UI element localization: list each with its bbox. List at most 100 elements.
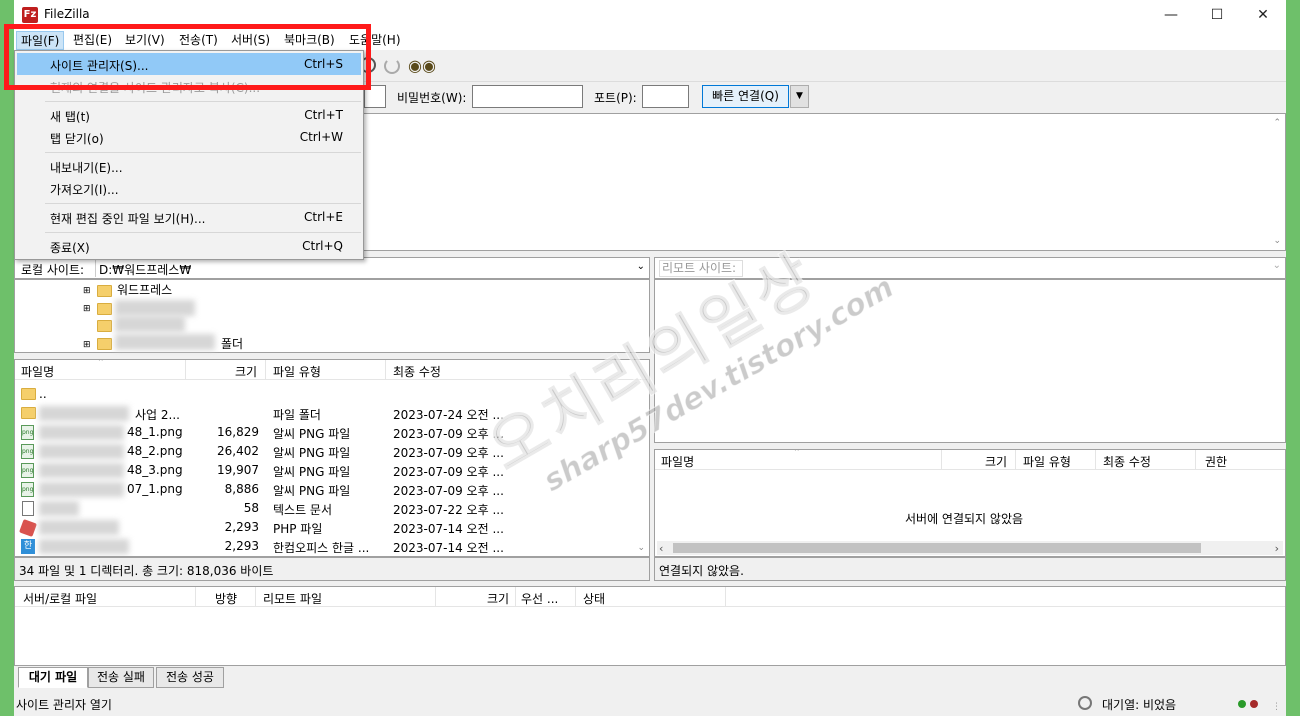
tab-successful-transfers[interactable]: 전송 성공: [156, 667, 224, 688]
port-label: 포트(P):: [594, 91, 637, 105]
menu-item-label: 가져오기(I)...: [50, 183, 119, 197]
file-name: ..: [39, 387, 47, 401]
col-modified[interactable]: 최종 수정: [1103, 453, 1151, 470]
scroll-right-icon[interactable]: ›: [1275, 542, 1279, 555]
expand-icon[interactable]: ⊞: [83, 304, 91, 314]
redacted-text: [39, 425, 124, 440]
folder-icon: [21, 407, 36, 419]
horizontal-scrollbar[interactable]: ‹ ›: [657, 541, 1283, 555]
file-type: 알씨 PNG 파일: [273, 446, 351, 460]
col-size[interactable]: 크기: [235, 363, 257, 380]
minimize-button[interactable]: —: [1148, 0, 1194, 30]
scroll-down-icon[interactable]: ⌄: [1273, 236, 1281, 246]
file-row[interactable]: 한 2,293 한컴오피스 한글 ... 2023-07-14 오전 ...: [15, 537, 649, 556]
png-file-icon: png: [21, 482, 34, 497]
text-file-icon: [22, 501, 34, 516]
scroll-left-icon[interactable]: ‹: [659, 542, 663, 555]
col-filename[interactable]: 파일명: [21, 363, 54, 380]
scroll-down-icon[interactable]: ⌄: [637, 543, 645, 553]
menu-item-label: 새 탭(t): [50, 110, 90, 124]
col-priority[interactable]: 우선 ...: [521, 590, 558, 607]
col-modified[interactable]: 최종 수정: [393, 363, 441, 380]
col-direction[interactable]: 방향: [215, 590, 237, 607]
quickconnect-dropdown-icon[interactable]: ▼: [790, 85, 809, 108]
scrollbar-thumb[interactable]: [673, 543, 1201, 553]
queue-header: 서버/로컬 파일 방향 리모트 파일 크기 우선 ... 상태: [15, 587, 1285, 607]
port-field[interactable]: [642, 85, 689, 108]
local-site-label: 로컬 사이트:: [21, 263, 85, 277]
menu-separator: [45, 152, 361, 153]
quickconnect-button[interactable]: 빠른 연결(Q): [702, 85, 789, 108]
folder-icon: [21, 388, 36, 400]
file-size: 26,402: [217, 444, 259, 458]
password-label: 비밀번호(W):: [397, 91, 467, 105]
file-type: 알씨 PNG 파일: [273, 427, 351, 441]
chevron-down-icon[interactable]: ⌄: [637, 261, 645, 272]
file-type: 알씨 PNG 파일: [273, 484, 351, 498]
menu-separator: [45, 101, 361, 102]
menu-item-export[interactable]: 내보내기(E)...: [17, 155, 361, 177]
col-permissions[interactable]: 권한: [1205, 453, 1227, 470]
expand-icon[interactable]: ⊞: [83, 286, 91, 296]
close-button[interactable]: ✕: [1240, 0, 1286, 30]
status-bar: 사이트 관리자 열기 대기열: 비었음 ⋮: [14, 692, 1286, 716]
local-path-input[interactable]: D:₩워드프레스₩ ⌄: [95, 260, 649, 277]
file-size: 2,293: [224, 520, 259, 534]
remote-status-text: 연결되지 않았음.: [659, 564, 744, 578]
scroll-up-icon[interactable]: ⌃: [1273, 118, 1281, 128]
col-server-file[interactable]: 서버/로컬 파일: [23, 590, 97, 607]
menu-item-show-edited-files[interactable]: 현재 편집 중인 파일 보기(H)... Ctrl+E: [17, 206, 361, 228]
maximize-button[interactable]: ☐: [1194, 0, 1240, 30]
compare-icon[interactable]: [384, 58, 400, 74]
file-size: 19,907: [217, 463, 259, 477]
menu-item-label: 현재 편집 중인 파일 보기(H)...: [50, 212, 206, 226]
col-status[interactable]: 상태: [583, 590, 605, 607]
col-type[interactable]: 파일 유형: [1023, 453, 1071, 470]
file-type: 한컴오피스 한글 ...: [273, 541, 370, 555]
file-name: 48_3.png: [127, 463, 183, 477]
file-name: 사업 2...: [135, 408, 180, 422]
tree-item-label[interactable]: 폴더: [221, 335, 243, 352]
expand-icon[interactable]: ⊞: [83, 340, 91, 350]
tab-failed-transfers[interactable]: 전송 실패: [88, 667, 154, 688]
tree-item-label[interactable]: 워드프레스: [117, 281, 172, 298]
redacted-text: [39, 444, 124, 459]
col-remote-file[interactable]: 리모트 파일: [263, 590, 322, 607]
chevron-down-icon[interactable]: ⌄: [1273, 260, 1281, 271]
window-title: FileZilla: [44, 7, 90, 21]
local-tree[interactable]: ⊞ 워드프레스 ⊞ ⊞ 폴더: [14, 279, 650, 353]
menu-item-import[interactable]: 가져오기(I)...: [17, 177, 361, 199]
col-size[interactable]: 크기: [487, 590, 509, 607]
tab-queued-files[interactable]: 대기 파일: [18, 667, 88, 688]
redacted-text: [115, 334, 215, 350]
remote-file-list[interactable]: 파일명 ⌃ 크기 파일 유형 최종 수정 권한 서버에 연결되지 않았음 ‹ ›: [654, 449, 1286, 557]
folder-icon: [97, 338, 112, 350]
menu-item-new-tab[interactable]: 새 탭(t) Ctrl+T: [17, 104, 361, 126]
highlight-annotation: [4, 24, 371, 90]
col-size[interactable]: 크기: [985, 453, 1007, 470]
file-modified: 2023-07-14 오전 ...: [393, 541, 504, 555]
redacted-text: [39, 501, 79, 516]
file-name: 48_1.png: [127, 425, 183, 439]
binoculars-icon[interactable]: ◉◉: [408, 56, 436, 75]
download-indicator-icon: [1250, 700, 1258, 708]
speed-limit-icon[interactable]: [1078, 696, 1092, 710]
transfer-queue[interactable]: 서버/로컬 파일 방향 리모트 파일 크기 우선 ... 상태: [14, 586, 1286, 666]
php-file-icon: [19, 519, 37, 537]
sort-asc-icon: ⌃: [793, 449, 801, 458]
png-file-icon: png: [21, 463, 34, 478]
not-connected-message: 서버에 연결되지 않았음: [905, 512, 1024, 526]
file-type: 알씨 PNG 파일: [273, 465, 351, 479]
redacted-text: [39, 406, 129, 421]
col-type[interactable]: 파일 유형: [273, 363, 321, 380]
folder-icon: [97, 320, 112, 332]
menu-item-close-tab[interactable]: 탭 닫기(o) Ctrl+W: [17, 126, 361, 148]
resize-grip-icon[interactable]: ⋮: [1272, 702, 1281, 712]
redacted-text: [39, 482, 124, 497]
file-type: PHP 파일: [273, 522, 323, 536]
password-field[interactable]: [472, 85, 583, 108]
file-type: 텍스트 문서: [273, 503, 333, 517]
menu-item-exit[interactable]: 종료(X) Ctrl+Q: [17, 235, 361, 257]
menu-item-label: 종료(X): [50, 241, 90, 255]
png-file-icon: png: [21, 425, 34, 440]
